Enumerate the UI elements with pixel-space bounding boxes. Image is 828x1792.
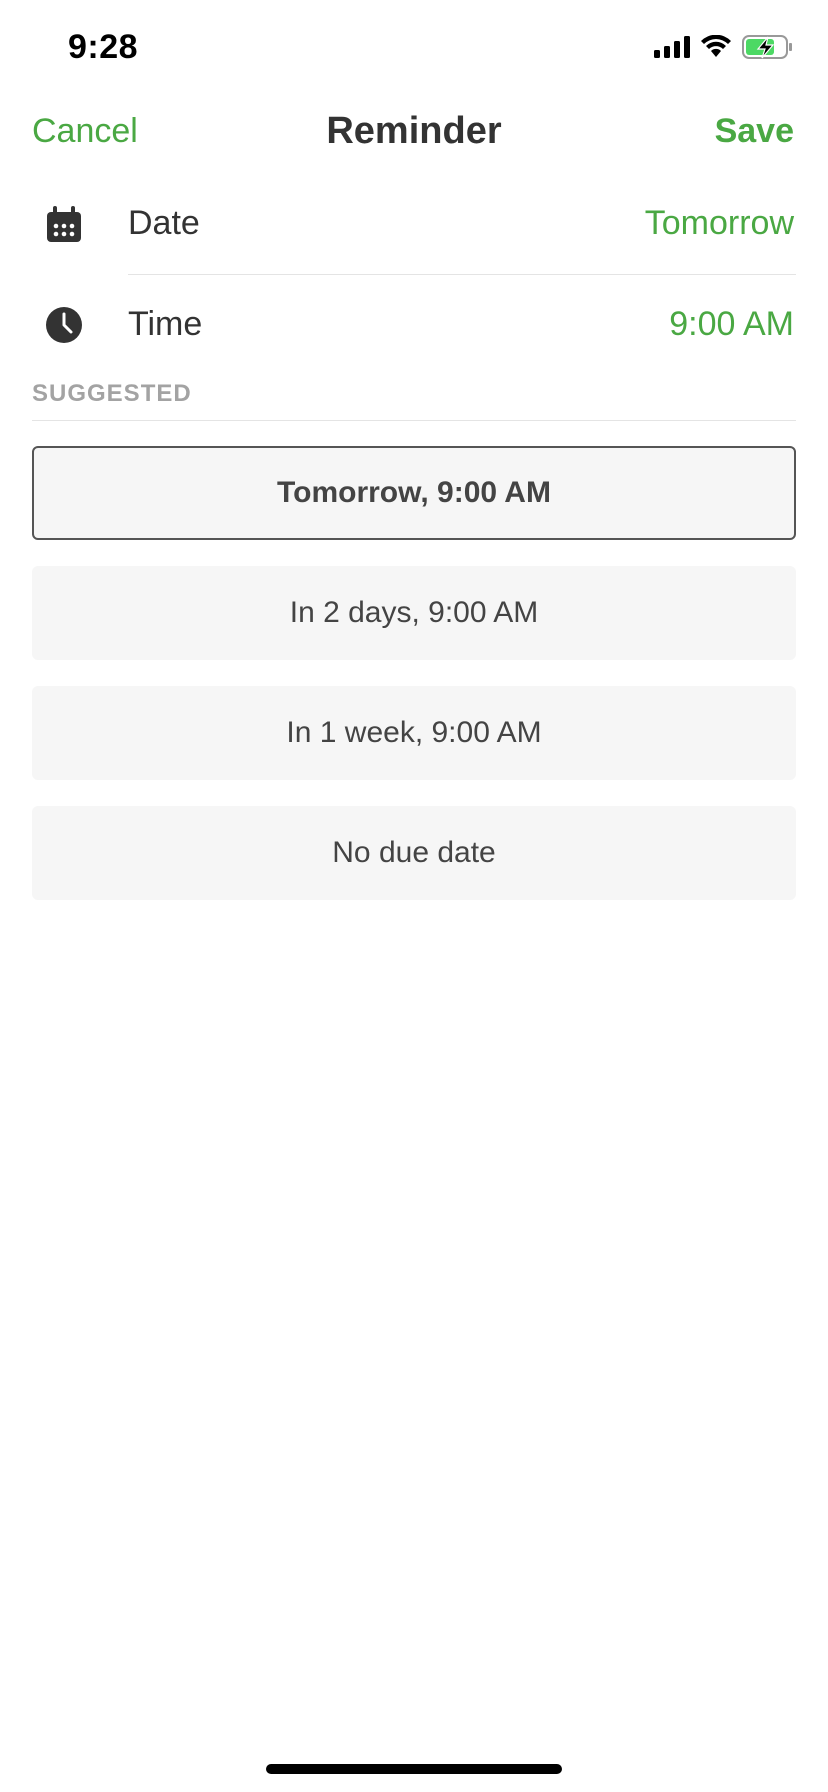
battery-charging-icon <box>742 35 792 59</box>
suggestion-tomorrow-button[interactable]: Tomorrow, 9:00 AM <box>32 446 796 540</box>
date-label: Date <box>128 204 200 242</box>
cancel-button[interactable]: Cancel <box>32 112 138 151</box>
suggestion-no-due-date-button[interactable]: No due date <box>32 806 796 900</box>
date-row[interactable]: Date Tomorrow <box>0 174 828 274</box>
wifi-icon <box>701 35 731 57</box>
time-label: Time <box>128 305 203 343</box>
calendar-icon <box>47 206 81 242</box>
status-time: 9:28 <box>68 28 139 66</box>
suggestion-in-2-days-button[interactable]: In 2 days, 9:00 AM <box>32 566 796 660</box>
home-indicator[interactable] <box>266 1764 562 1774</box>
status-icons <box>654 34 794 60</box>
divider <box>32 420 796 421</box>
save-button[interactable]: Save <box>715 112 794 151</box>
time-row[interactable]: Time 9:00 AM <box>0 275 828 375</box>
date-value[interactable]: Tomorrow <box>645 204 794 243</box>
nav-bar: Cancel Reminder Save <box>0 100 828 166</box>
status-bar: 9:28 <box>0 0 828 100</box>
suggested-header: SUGGESTED <box>32 380 192 407</box>
clock-icon <box>46 307 82 343</box>
time-value[interactable]: 9:00 AM <box>669 305 794 344</box>
cellular-signal-icon <box>654 36 690 58</box>
suggestion-in-1-week-button[interactable]: In 1 week, 9:00 AM <box>32 686 796 780</box>
